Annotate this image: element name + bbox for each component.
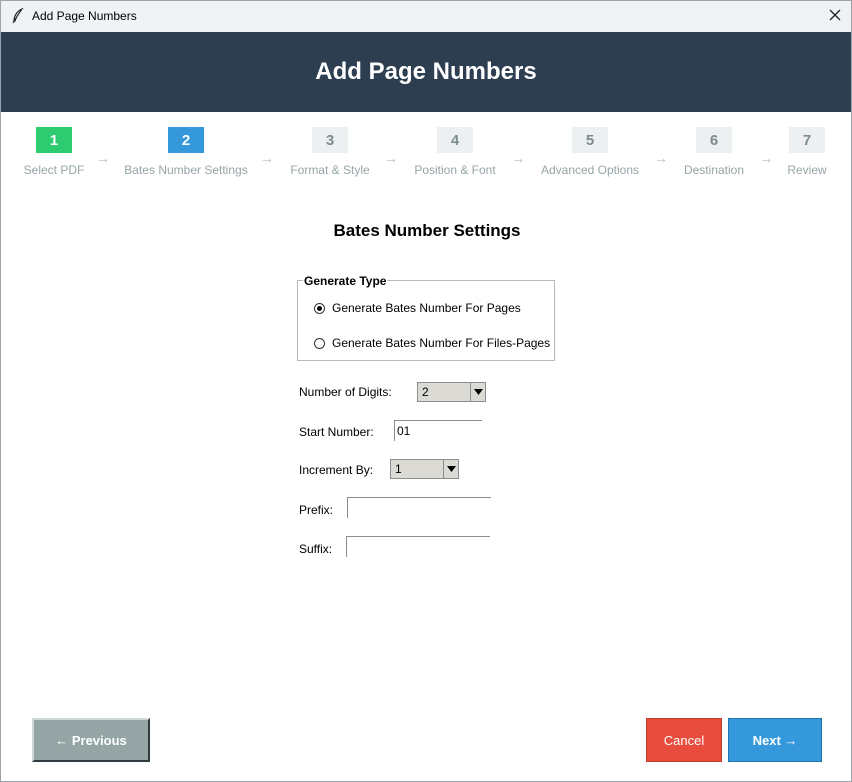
previous-button[interactable]: ← Previous — [32, 718, 150, 762]
suffix-label: Suffix: — [299, 542, 333, 556]
increment-label: Increment By: — [299, 463, 374, 477]
step-arrow: → — [384, 150, 398, 166]
generate-type-legend: Generate Type — [303, 274, 388, 288]
step-arrow: → — [96, 150, 110, 166]
prefix-label: Prefix: — [299, 503, 334, 517]
step-label: Position & Font — [414, 163, 496, 177]
step-label: Advanced Options — [540, 163, 640, 177]
step-label: Destination — [683, 163, 745, 177]
increment-value: 1 — [395, 462, 402, 476]
step-format-style: 3 Format & Style — [287, 127, 373, 177]
prefix-input[interactable] — [347, 497, 491, 518]
radio-files-pages-label: Generate Bates Number For Files-Pages — [332, 336, 551, 350]
step-number: 4 — [437, 127, 473, 153]
generate-type-group: Generate Type Generate Bates Number For … — [297, 274, 555, 361]
next-button[interactable]: Next → — [728, 718, 822, 762]
step-arrow: → — [654, 150, 668, 166]
step-bates-settings: 2 Bates Number Settings — [123, 127, 249, 177]
feather-icon — [11, 7, 25, 24]
step-advanced-options: 5 Advanced Options — [538, 127, 642, 177]
digits-label: Number of Digits: — [299, 385, 392, 399]
radio-pages-label: Generate Bates Number For Pages — [332, 301, 521, 315]
header-banner: Add Page Numbers — [1, 32, 851, 112]
start-number-label: Start Number: — [299, 425, 374, 439]
radio-dot — [317, 305, 322, 311]
cancel-button[interactable]: Cancel — [646, 718, 722, 762]
start-number-input[interactable]: 01 — [394, 420, 482, 441]
step-arrow: → — [759, 150, 773, 166]
step-number: 1 — [36, 127, 72, 153]
title-bar: Add Page Numbers — [1, 1, 851, 32]
step-number: 2 — [168, 127, 204, 153]
step-number: 3 — [312, 127, 348, 153]
digits-combobox[interactable]: 2 — [417, 382, 486, 402]
close-icon — [829, 9, 841, 24]
step-arrow: → — [511, 150, 525, 166]
step-label: Select PDF — [23, 163, 85, 177]
app-window: Add Page Numbers Add Page Numbers 1 Sele… — [0, 0, 852, 782]
step-number: 7 — [789, 127, 825, 153]
window-title: Add Page Numbers — [32, 9, 137, 23]
step-label: Bates Number Settings — [124, 163, 248, 177]
increment-combobox[interactable]: 1 — [390, 459, 459, 479]
radio-pages[interactable]: Generate Bates Number For Pages — [314, 301, 521, 315]
digits-value: 2 — [422, 385, 429, 399]
step-position-font: 4 Position & Font — [410, 127, 500, 177]
step-number: 5 — [572, 127, 608, 153]
section-title: Bates Number Settings — [333, 221, 521, 240]
step-label: Format & Style — [290, 163, 370, 177]
step-destination: 6 Destination — [681, 127, 747, 177]
step-number: 6 — [696, 127, 732, 153]
close-button[interactable] — [819, 1, 851, 32]
radio-button-selected[interactable] — [314, 302, 325, 314]
step-label: Review — [787, 163, 827, 177]
wizard-steps: 1 Select PDF → 2 Bates Number Settings →… — [1, 127, 851, 183]
chevron-down-icon[interactable] — [443, 460, 458, 478]
radio-button[interactable] — [314, 337, 325, 349]
chevron-down-icon[interactable] — [470, 383, 485, 401]
suffix-input[interactable] — [346, 536, 490, 557]
page-title: Add Page Numbers — [315, 58, 537, 85]
radio-files-pages[interactable]: Generate Bates Number For Files-Pages — [314, 336, 550, 350]
step-review: 7 Review — [785, 127, 829, 177]
step-select-pdf: 1 Select PDF — [20, 127, 88, 177]
step-arrow: → — [260, 150, 274, 166]
